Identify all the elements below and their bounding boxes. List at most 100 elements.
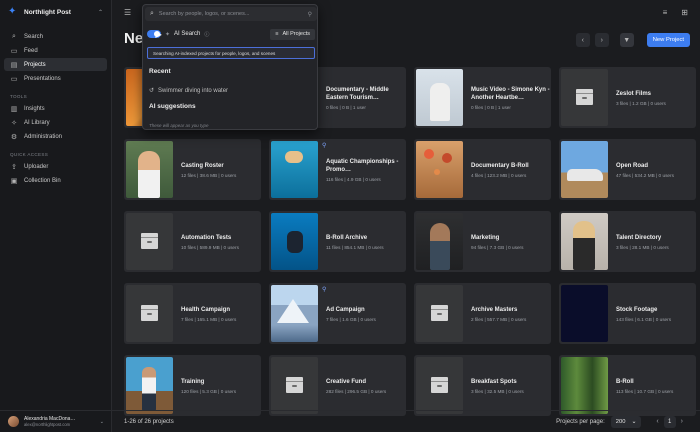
project-card[interactable]: Stock Footage 143 files | 6.1 GB | 0 user… (559, 283, 696, 344)
project-meta: 282 files | 296.5 GB | 0 users (326, 388, 387, 394)
sidebar-toggle-icon[interactable]: ☰ (124, 8, 131, 17)
folder-icon: ▤ (10, 61, 18, 69)
sidebar-item-feed[interactable]: ▭ Feed (4, 44, 107, 57)
archive-box-icon (141, 305, 158, 321)
project-meta: 116 files | 4.9 GB | 0 users (326, 176, 381, 182)
sidebar-item-ai-library[interactable]: ✧ AI Library (4, 116, 107, 129)
project-thumbnail (416, 69, 463, 126)
chevron-right-icon[interactable]: › (594, 33, 609, 47)
project-thumbnail (416, 357, 463, 414)
sparkle-icon[interactable]: ⚲ (308, 11, 312, 18)
project-card[interactable]: Open Road 47 files | 534.2 MB | 0 users (559, 139, 696, 200)
sidebar-item-label: Administration (24, 133, 63, 140)
sidebar-item-label: Feed (24, 47, 38, 54)
sidebar-item-uploader[interactable]: ⇪ Uploader (4, 160, 107, 173)
info-icon[interactable]: ⓘ (204, 31, 209, 38)
project-card[interactable]: Health Campaign 7 files | 165.1 MB | 0 us… (124, 283, 261, 344)
project-card[interactable]: Music Video - Simone Kyn - Another Heart… (414, 67, 551, 128)
project-card[interactable]: ⚲ Aquatic Championships - Promo… 116 files… (269, 139, 406, 200)
project-card[interactable]: Casting Roster 12 files | 38.6 MB | 0 use… (124, 139, 261, 200)
project-meta: 2 files | 557.7 MB | 0 users (471, 316, 527, 322)
project-info: Music Video - Simone Kyn - Another Heart… (463, 86, 551, 110)
project-info: Aquatic Championships - Promo… 116 files … (318, 158, 406, 182)
project-card[interactable]: Creative Fund 282 files | 296.5 GB | 0 us… (269, 355, 406, 416)
project-title: Open Road (616, 162, 649, 169)
project-info: Documentary - Middle Eastern Tourism… 0 f… (318, 86, 406, 110)
project-thumbnail (416, 141, 463, 198)
project-meta: 0 files | 0 B | 1 user (326, 104, 366, 110)
pin-icon: ⚲ (322, 143, 327, 149)
sidebar-item-collection-bin[interactable]: ▣ Collection Bin (4, 174, 107, 187)
project-card[interactable]: Talent Directory 3 files | 28.1 MB | 0 us… (559, 211, 696, 272)
project-info: Zeslot Films 3 files | 1.2 GB | 0 users (608, 90, 696, 106)
project-title: Documentary - Middle Eastern Tourism… (326, 86, 389, 101)
project-meta: 3 files | 32.5 MB | 0 users (471, 388, 524, 394)
project-card[interactable]: Zeslot Films 3 files | 1.2 GB | 0 users (559, 67, 696, 128)
project-info: Breakfast Spots 3 files | 32.5 MB | 0 use… (463, 378, 551, 394)
project-card[interactable]: ⚲ Ad Campaign 7 files | 1.6 GB | 0 users (269, 283, 406, 344)
bin-icon: ▣ (10, 177, 18, 185)
main-nav: ⌕ Search ▭ Feed ▤ Projects ▭ Presentations T… (0, 24, 111, 187)
project-info: Open Road 47 files | 534.2 MB | 0 users (608, 162, 696, 178)
scope-label: All Projects (282, 31, 310, 37)
chevron-left-icon[interactable]: ‹ (575, 33, 590, 47)
project-thumbnail (271, 141, 318, 198)
gear-icon: ⚙ (10, 133, 18, 141)
project-meta: 10 files | 589.9 MB | 0 users (181, 244, 239, 250)
filter-icon[interactable]: ▼ (619, 33, 634, 47)
per-page-select[interactable]: 200 ⌄ (610, 415, 642, 428)
section-label-tools: TOOLS (10, 94, 27, 99)
archive-box-icon (141, 233, 158, 249)
project-card[interactable]: B-Roll 113 files | 10.7 GB | 0 users (559, 355, 696, 416)
chevron-down-icon[interactable]: ⌄ (100, 419, 104, 425)
project-card[interactable]: Breakfast Spots 3 files | 32.5 MB | 0 use… (414, 355, 551, 416)
project-title: Zeslot Films (616, 90, 652, 97)
sidebar-item-insights[interactable]: ▥ Insights (4, 102, 107, 115)
project-card[interactable]: Archive Masters 2 files | 557.7 MB | 0 us… (414, 283, 551, 344)
page-number[interactable]: 1 (663, 415, 676, 428)
project-card[interactable]: Training 120 files | 5.3 GB | 0 users (124, 355, 261, 416)
project-meta: 12 files | 38.6 MB | 0 users (181, 172, 237, 178)
project-title: Aquatic Championships - Promo… (326, 158, 399, 173)
search-icon: ⌕ (150, 10, 154, 17)
sidebar-item-label: Collection Bin (24, 177, 61, 184)
project-info: Archive Masters 2 files | 557.7 MB | 0 us… (463, 306, 551, 322)
sidebar-item-label: Presentations (24, 75, 61, 82)
project-card[interactable]: Documentary B-Roll 4 files | 123.2 MB | 0… (414, 139, 551, 200)
project-info: Documentary B-Roll 4 files | 123.2 MB | 0… (463, 162, 551, 178)
recent-search-item[interactable]: ↺ Swimmer diving into water (149, 87, 228, 95)
header-controls: ‹ › ▼ New Project (575, 33, 690, 47)
brand[interactable]: ✦ Northlight Post ⌃ (0, 0, 111, 24)
grid-view-icon[interactable]: ⊞ (681, 8, 688, 17)
archive-box-icon (431, 377, 448, 393)
new-project-button[interactable]: New Project (646, 33, 690, 47)
project-title: Ad Campaign (326, 306, 365, 313)
prev-page-icon[interactable]: ‹ (656, 418, 658, 425)
sidebar-item-projects[interactable]: ▤ Projects (4, 58, 107, 71)
page-title: Ne (124, 30, 144, 47)
user-menu[interactable]: Alexandria MacDona… alex@northlightpost.… (0, 410, 112, 432)
project-title: Casting Roster (181, 162, 224, 169)
project-card[interactable]: B-Roll Archive 11 files | 854.1 MB | 0 us… (269, 211, 406, 272)
next-page-icon[interactable]: › (681, 418, 683, 425)
chevron-updown-icon[interactable]: ⌃ (98, 9, 103, 16)
project-thumbnail (561, 213, 608, 270)
project-title: Breakfast Spots (471, 378, 517, 385)
archive-box-icon (576, 89, 593, 105)
sparkle-icon: ✧ (11, 119, 17, 127)
sidebar-item-search[interactable]: ⌕ Search (4, 30, 107, 43)
filter-icon: ≡ (275, 31, 279, 37)
project-card[interactable]: Automation Tests 10 files | 589.9 MB | 0 … (124, 211, 261, 272)
project-card[interactable]: Marketing 94 files | 7.3 GB | 0 users (414, 211, 551, 272)
sidebar-item-presentations[interactable]: ▭ Presentations (4, 72, 107, 85)
sidebar-item-administration[interactable]: ⚙ Administration (4, 130, 107, 143)
list-view-icon[interactable]: ≡ (663, 8, 668, 17)
project-thumbnail (271, 213, 318, 270)
archive-box-icon (286, 377, 303, 393)
history-icon: ↺ (149, 88, 155, 94)
scope-select[interactable]: ≡ All Projects (270, 28, 315, 40)
project-title: Archive Masters (471, 306, 518, 313)
project-meta: 0 files | 0 B | 1 user (471, 104, 511, 110)
search-input[interactable] (158, 11, 303, 17)
project-thumbnail (126, 357, 173, 414)
